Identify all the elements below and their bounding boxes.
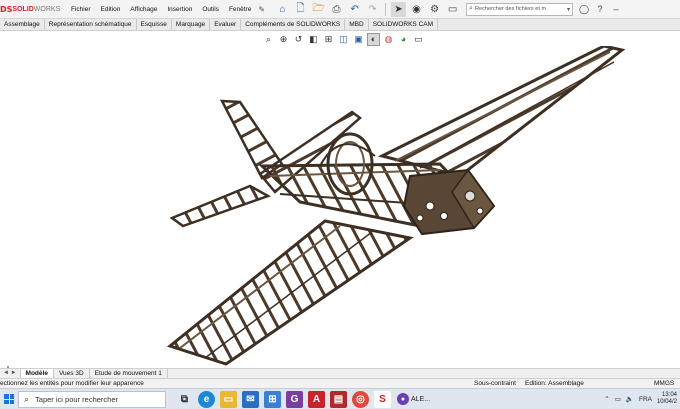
menu-bar: DS SOLIDWORKS Fichier Edition Affichage … [0, 0, 680, 19]
user-icon[interactable]: ◯ [578, 2, 590, 17]
model-view-tabs: ◄ ► Modèle Vues 3D Etude de mouvement 1 [0, 368, 680, 378]
file-explorer-icon[interactable]: ▭ [220, 390, 237, 408]
autocad-icon[interactable]: A [308, 390, 325, 408]
taskbar-search-input[interactable]: ⌕ Taper ici pour rechercher [18, 390, 166, 408]
quick-access-toolbar: ⌂ 🗋 🗁 ⎙ ↶ ↷ ➤ ◉ ⚙ ▭ [275, 1, 460, 17]
command-manager-tabs: Assemblage Représentation schématique Es… [0, 19, 680, 31]
edit-appearance-icon[interactable]: ◍ [382, 33, 395, 46]
home-icon[interactable]: ⌂ [275, 2, 290, 17]
dynamic-annotation-icon[interactable]: ⊞ [322, 33, 335, 46]
store-icon[interactable]: ⊞ [264, 390, 281, 408]
status-constraint: Sous-contraint [474, 380, 516, 387]
logo-brand-light: WORKS [33, 5, 61, 13]
clock[interactable]: 13:04 10/04/2 [657, 392, 677, 406]
pinned-apps: ⧉ e ▭ ✉ ⊞ G A ▤ ◎ S [176, 390, 391, 408]
menu-fichier[interactable]: Fichier [66, 6, 96, 13]
hide-show-items-icon[interactable]: ◐ [367, 32, 380, 46]
tab-mbd[interactable]: MBD [345, 19, 369, 30]
task-view-icon[interactable]: ⧉ [176, 391, 193, 408]
gear-icon[interactable]: ⚙ [427, 2, 442, 17]
search-icon: ⌕ [469, 5, 473, 12]
mail-icon[interactable]: ✉ [242, 390, 259, 408]
help-icon[interactable]: ? [594, 2, 606, 17]
clock-time: 13:04 [661, 392, 677, 398]
section-view-icon[interactable]: ◧ [307, 33, 320, 46]
logo-brand-bold: SOLID [12, 5, 34, 13]
app-purple-icon: ● [397, 393, 409, 405]
redo-icon[interactable]: ↷ [365, 2, 380, 17]
new-document-icon[interactable]: 🗋 [293, 2, 308, 17]
g-app-icon[interactable]: G [286, 390, 303, 408]
left-wing [166, 219, 414, 366]
user-app-label: ALE... [411, 395, 431, 403]
open-folder-icon[interactable]: 🗁 [311, 2, 326, 17]
tab-marquage[interactable]: Marquage [172, 19, 211, 30]
traffic-light-icon[interactable]: ◉ [409, 2, 424, 17]
print-icon[interactable]: ⎙ [329, 2, 344, 17]
airplane-frame-model[interactable] [0, 44, 680, 368]
minimize-icon[interactable]: – [610, 2, 622, 17]
language-indicator[interactable]: FRA [639, 396, 652, 403]
search-icon: ⌕ [24, 393, 30, 404]
select-pointer-icon[interactable]: ➤ [391, 1, 407, 17]
windows-start-icon[interactable] [0, 389, 18, 409]
tab-esquisse[interactable]: Esquisse [137, 19, 172, 30]
previous-view-icon[interactable]: ↺ [292, 33, 305, 46]
heads-up-view-toolbar: ⌕ ⊕ ↺ ◧ ⊞ ◫ ▣ ◐ ◍ ◕ ▭ [262, 32, 425, 46]
menu-outils[interactable]: Outils [197, 6, 224, 13]
search-input[interactable]: ⌕ Rechercher des fichiers et m ▾ [466, 2, 574, 16]
menu-fenetre[interactable]: Fenêtre [224, 6, 256, 13]
status-hint: ectionnez les entités pour modifier leur… [0, 380, 144, 387]
solidworks-taskbar-icon[interactable]: S [374, 390, 391, 408]
network-icon[interactable]: ▭ [615, 395, 621, 403]
view-orientation-icon[interactable]: ◫ [337, 33, 350, 46]
taskbar-search-placeholder: Taper ici pour rechercher [35, 394, 119, 404]
tab-representation-schematique[interactable]: Représentation schématique [45, 19, 137, 30]
search-placeholder: Rechercher des fichiers et m [474, 6, 547, 12]
view-options-icon[interactable]: ▭ [445, 2, 460, 17]
tab-vues-3d[interactable]: Vues 3D [54, 369, 90, 378]
tab-etude-mouvement[interactable]: Etude de mouvement 1 [90, 369, 168, 378]
system-tray: ⌃ ▭ 🔈 FRA 13:04 10/04/2 [604, 392, 680, 406]
status-mode: Edition: Assemblage [525, 380, 584, 387]
menu-affichage[interactable]: Affichage [125, 6, 162, 13]
zoom-area-icon[interactable]: ⊕ [277, 33, 290, 46]
clock-date: 10/04/2 [656, 399, 677, 405]
right-wing [377, 44, 626, 178]
zoom-to-fit-icon[interactable]: ⌕ [262, 33, 275, 46]
status-bar: ectionnez les entités pour modifier leur… [0, 378, 680, 388]
app-red-icon[interactable]: ▤ [330, 390, 347, 408]
tab-modele[interactable]: Modèle [20, 369, 54, 378]
edge-icon[interactable]: e [198, 390, 215, 408]
chrome-icon[interactable]: ◎ [352, 390, 369, 408]
undo-icon[interactable]: ↶ [347, 2, 362, 17]
menu-insertion[interactable]: Insertion [162, 6, 197, 13]
pin-icon[interactable]: ✎ [258, 5, 265, 14]
solidworks-logo[interactable]: DS SOLIDWORKS [0, 0, 66, 19]
chevron-down-icon[interactable]: ▾ [567, 6, 572, 13]
tab-complements[interactable]: Compléments de SOLIDWORKS [241, 19, 346, 30]
tab-scroll-arrows[interactable]: ◄ ► [0, 369, 21, 378]
nose-box [402, 168, 496, 236]
view-settings-icon[interactable]: ▭ [412, 33, 425, 46]
volume-icon[interactable]: 🔈 [626, 395, 634, 403]
status-units[interactable]: MMGS [654, 379, 674, 388]
display-style-icon[interactable]: ▣ [352, 33, 365, 46]
graphics-area[interactable] [0, 44, 680, 386]
chevron-up-icon[interactable]: ⌃ [604, 395, 609, 403]
user-app-button[interactable]: ● ALE... [397, 393, 430, 405]
ds-logo-icon: DS [0, 4, 13, 14]
menu-edition[interactable]: Edition [96, 6, 126, 13]
windows-taskbar: ⌕ Taper ici pour rechercher ⧉ e ▭ ✉ ⊞ G … [0, 388, 680, 409]
tab-evaluer[interactable]: Evaluer [210, 19, 242, 30]
tab-assemblage[interactable]: Assemblage [0, 19, 45, 30]
tab-solidworks-cam[interactable]: SOLIDWORKS CAM [369, 19, 439, 30]
apply-scene-icon[interactable]: ◕ [397, 33, 410, 46]
